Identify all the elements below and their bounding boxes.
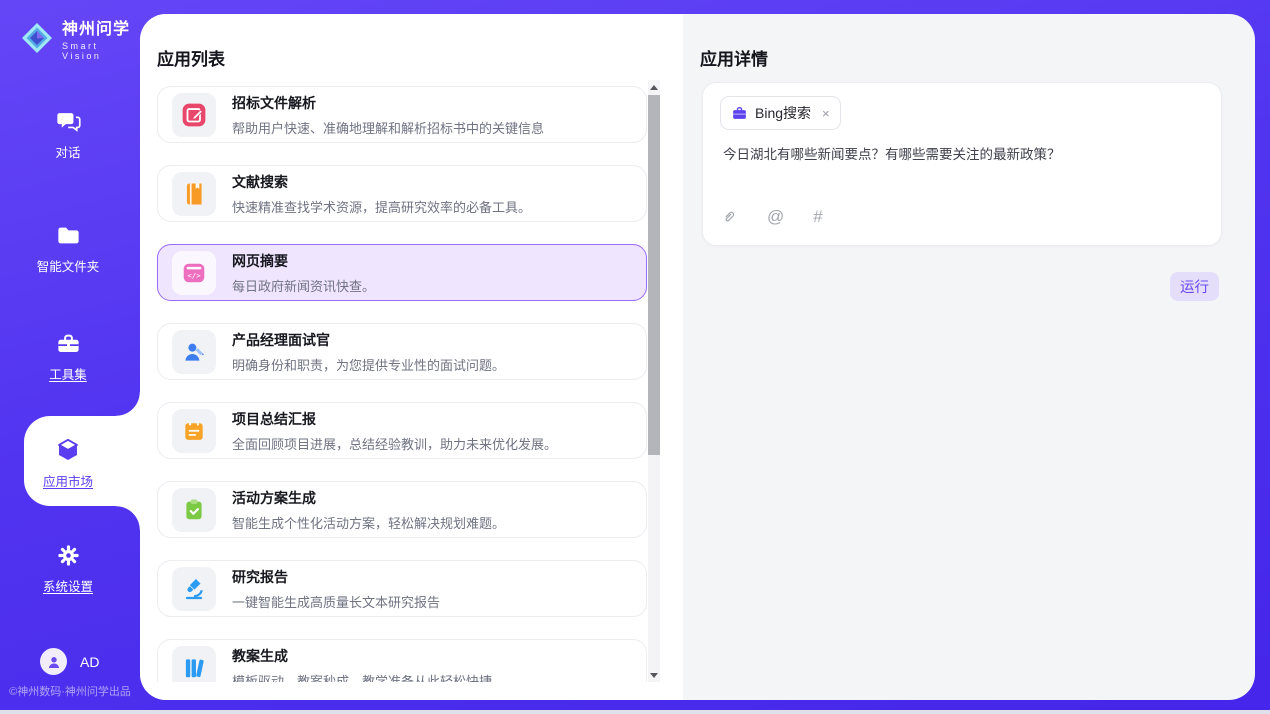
user-account[interactable]: AD: [0, 648, 140, 675]
hash-tag-icon[interactable]: #: [813, 207, 822, 227]
sidebar-item-toolset[interactable]: 工具集: [0, 330, 136, 383]
app-desc: 智能生成个性化活动方案，轻松解决规划难题。: [232, 513, 505, 532]
books-icon: [172, 646, 216, 683]
scroll-up-button[interactable]: [648, 80, 660, 94]
scrollbar-thumb[interactable]: [648, 95, 660, 455]
app-card-list: 招标文件解析 帮助用户快速、准确地理解和解析招标书中的关键信息 文献搜索: [157, 86, 647, 682]
app-name: 网页摘要: [232, 251, 375, 271]
sidebar-item-app-market[interactable]: 应用市场: [0, 436, 136, 490]
app-desc: 快速精准查找学术资源，提高研究效率的必备工具。: [232, 197, 531, 216]
main-content: 应用列表 招标文件解析 帮助用户快速、准确地理解和解析招标书中的关键信息: [140, 14, 1255, 700]
app-card-event-plan[interactable]: 活动方案生成 智能生成个性化活动方案，轻松解决规划难题。: [157, 481, 647, 538]
chip-close-icon[interactable]: ×: [822, 106, 830, 121]
app-list-title: 应用列表: [157, 45, 225, 70]
app-name: 活动方案生成: [232, 488, 505, 508]
app-name: 教案生成: [232, 646, 492, 666]
app-card-web-summary[interactable]: </> 网页摘要 每日政府新闻资讯快查。: [157, 244, 647, 301]
app-name: 项目总结汇报: [232, 409, 557, 429]
app-desc: 模板驱动，教案秒成，教学准备从此轻松快捷: [232, 671, 492, 683]
orange-book-icon: [172, 172, 216, 216]
tool-chip-label: Bing搜索: [755, 103, 811, 123]
app-detail-panel: 应用详情 Bing搜索 × 今日湖北有哪些新闻要点？有哪些需要关注的最新政策？: [683, 14, 1255, 700]
app-desc: 全面回顾项目进展，总结经验教训，助力未来优化发展。: [232, 434, 557, 453]
prompt-card: Bing搜索 × 今日湖北有哪些新闻要点？有哪些需要关注的最新政策？ @ #: [702, 82, 1222, 246]
app-desc: 一键智能生成高质量长文本研究报告: [232, 592, 440, 611]
attachment-toolbar: @ #: [721, 207, 823, 227]
app-card-bid-parse[interactable]: 招标文件解析 帮助用户快速、准确地理解和解析招标书中的关键信息: [157, 86, 647, 143]
folder-icon: [55, 222, 82, 249]
sidebar-item-label: 系统设置: [43, 576, 93, 595]
at-mention-icon[interactable]: @: [767, 207, 784, 227]
bid-doc-edit-icon: [172, 93, 216, 137]
tool-chip-bing-search[interactable]: Bing搜索 ×: [720, 96, 841, 130]
scroll-down-button[interactable]: [648, 668, 660, 682]
gear-icon: [55, 542, 82, 569]
run-button[interactable]: 运行: [1170, 272, 1219, 301]
brand-subtitle: Smart Vision: [62, 41, 140, 61]
sidebar-item-settings[interactable]: 系统设置: [0, 542, 136, 595]
copyright-footer: ©神州数码·神州问学出品: [0, 683, 140, 699]
triangle-up-icon: [650, 85, 658, 90]
app-card-research-report[interactable]: 研究报告 一键智能生成高质量长文本研究报告: [157, 560, 647, 617]
app-name: 文献搜索: [232, 172, 531, 192]
app-desc: 明确身份和职责，为您提供专业性的面试问题。: [232, 355, 505, 374]
app-card-literature-search[interactable]: 文献搜索 快速精准查找学术资源，提高研究效率的必备工具。: [157, 165, 647, 222]
brand-logo: 神州问学 Smart Vision: [20, 15, 140, 61]
paperclip-icon[interactable]: [721, 208, 738, 227]
app-card-pm-interviewer[interactable]: 产品经理面试官 明确身份和职责，为您提供专业性的面试问题。: [157, 323, 647, 380]
app-detail-title: 应用详情: [700, 45, 768, 70]
chat-icon: [55, 108, 82, 135]
svg-text:</>: </>: [187, 271, 201, 280]
app-name: 招标文件解析: [232, 93, 544, 113]
briefcase-icon: [731, 105, 748, 122]
brand-title: 神州问学: [62, 15, 140, 39]
prompt-text-input[interactable]: 今日湖北有哪些新闻要点？有哪些需要关注的最新政策？: [723, 145, 1203, 165]
avatar: [40, 648, 67, 675]
web-code-window-icon: </>: [172, 251, 216, 295]
interviewer-person-icon: [172, 330, 216, 374]
clipboard-check-icon: [172, 488, 216, 532]
sidebar-item-label: 对话: [55, 142, 80, 161]
sidebar: 神州问学 Smart Vision 对话 智能文件夹: [0, 0, 140, 710]
list-scrollbar[interactable]: [648, 80, 660, 682]
sidebar-item-label: 工具集: [49, 364, 87, 383]
user-name: AD: [80, 654, 99, 670]
app-name: 研究报告: [232, 567, 440, 587]
app-desc: 每日政府新闻资讯快查。: [232, 276, 375, 295]
app-desc: 帮助用户快速、准确地理解和解析招标书中的关键信息: [232, 118, 544, 137]
sidebar-item-chat[interactable]: 对话: [0, 108, 136, 161]
app-name: 产品经理面试官: [232, 330, 505, 350]
app-card-lesson-plan[interactable]: 教案生成 模板驱动，教案秒成，教学准备从此轻松快捷: [157, 639, 647, 682]
microscope-icon: [172, 567, 216, 611]
app-list-panel: 应用列表 招标文件解析 帮助用户快速、准确地理解和解析招标书中的关键信息: [140, 14, 683, 700]
calendar-note-icon: [172, 409, 216, 453]
sidebar-item-smart-folder[interactable]: 智能文件夹: [0, 222, 136, 275]
app-card-project-summary[interactable]: 项目总结汇报 全面回顾项目进展，总结经验教训，助力未来优化发展。: [157, 402, 647, 459]
toolbox-icon: [55, 330, 82, 357]
app-window: 神州问学 Smart Vision 对话 智能文件夹: [0, 0, 1270, 710]
sidebar-item-label: 应用市场: [43, 471, 93, 490]
diamond-logo-icon: [20, 21, 54, 55]
cube-icon: [54, 436, 82, 464]
sidebar-item-label: 智能文件夹: [37, 256, 100, 275]
triangle-down-icon: [650, 673, 658, 678]
